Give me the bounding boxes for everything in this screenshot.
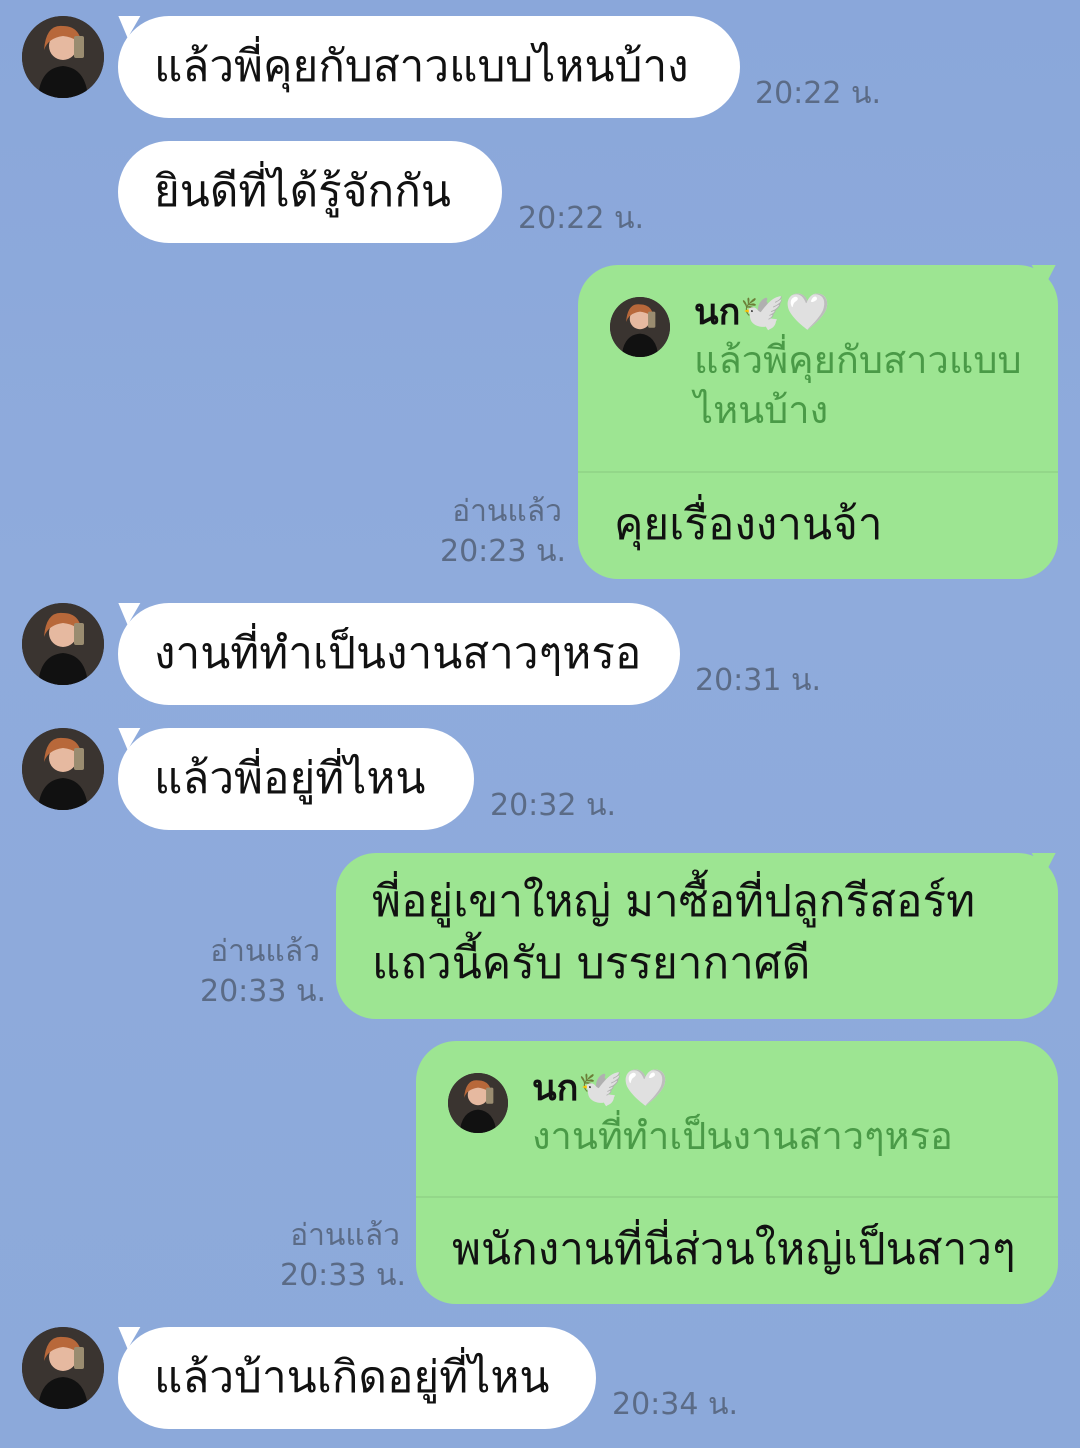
contact-avatar[interactable] [22,728,104,810]
reply-message-bubble[interactable]: นก🕊️🤍 แล้วพี่คุยกับสาวแบบไหนบ้าง คุยเรื่… [578,265,1069,579]
read-status: อ่านแล้ว 20:23 น. [440,492,567,572]
quoted-message[interactable]: นก🕊️🤍 แล้วพี่คุยกับสาวแบบไหนบ้าง [578,265,1058,473]
contact-avatar[interactable] [22,1327,104,1409]
message-bubble[interactable]: แล้วบ้านเกิดอยู่ที่ไหน [105,1327,596,1429]
quoted-avatar [610,297,670,357]
message-bubble[interactable]: แล้วพี่อยู่ที่ไหน [105,728,474,830]
contact-avatar[interactable] [22,16,104,98]
quoted-sender-name: นก🕊️🤍 [532,1068,669,1109]
bubble-tail [105,603,141,625]
bubble-tail [105,16,141,38]
message-bubble[interactable]: แล้วพี่คุยกับสาวแบบไหนบ้าง [105,16,740,118]
quoted-sender-name: นก🕊️🤍 [694,292,831,333]
message-time: 20:33 น. [280,1258,407,1293]
read-status: อ่านแล้ว 20:33 น. [280,1216,407,1296]
reply-message-bubble[interactable]: นก🕊️🤍 งานที่ทำเป็นงานสาวๆหรอ พนักงานที่น… [416,1041,1058,1304]
message-text: แล้วพี่อยู่ที่ไหน [154,753,426,805]
message-time: 20:23 น. [440,534,567,569]
contact-avatar[interactable] [22,603,104,685]
quoted-text: งานที่ทำเป็นงานสาวๆหรอ [532,1114,953,1158]
message-bubble[interactable]: งานที่ทำเป็นงานสาวๆหรอ [105,603,680,705]
message-text: งานที่ทำเป็นงานสาวๆหรอ [154,628,642,680]
message-text: ยินดีที่ได้รู้จักกัน [154,166,451,218]
message-text: คุยเรื่องงานจ้า [614,499,883,550]
message-time: 20:34 น. [612,1387,739,1422]
message-time: 20:33 น. [200,974,327,1009]
message-time: 20:22 น. [755,76,882,111]
quoted-message[interactable]: นก🕊️🤍 งานที่ทำเป็นงานสาวๆหรอ [416,1041,1058,1198]
message-text: แล้วบ้านเกิดอยู่ที่ไหน [154,1352,550,1404]
quoted-avatar [448,1073,508,1133]
message-text: แล้วพี่คุยกับสาวแบบไหนบ้าง [154,41,689,93]
message-time: 20:31 น. [695,663,822,698]
message-text: พนักงานที่นี่ส่วนใหญ่เป็นสาวๆ [452,1224,1016,1275]
message-time: 20:22 น. [518,201,645,236]
message-time: 20:32 น. [490,788,617,823]
read-receipt: อ่านแล้ว [452,494,562,529]
quoted-text: แล้วพี่คุยกับสาวแบบไหนบ้าง [694,338,1022,432]
message-bubble[interactable]: พี่อยู่เขาใหญ่ มาซื้อที่ปลูกรีสอร์ท แถวน… [336,853,1069,1019]
bubble-tail [105,1327,141,1349]
read-status: อ่านแล้ว 20:33 น. [200,932,327,1012]
message-bubble[interactable]: ยินดีที่ได้รู้จักกัน [118,141,502,243]
chat-area[interactable]: แล้วพี่คุยกับสาวแบบไหนบ้าง 20:22 น. ยินด… [0,0,1080,1448]
read-receipt: อ่านแล้ว [210,934,320,969]
bubble-tail [105,728,141,750]
read-receipt: อ่านแล้ว [290,1218,400,1253]
message-text: พี่อยู่เขาใหญ่ มาซื้อที่ปลูกรีสอร์ท แถวน… [372,876,976,989]
